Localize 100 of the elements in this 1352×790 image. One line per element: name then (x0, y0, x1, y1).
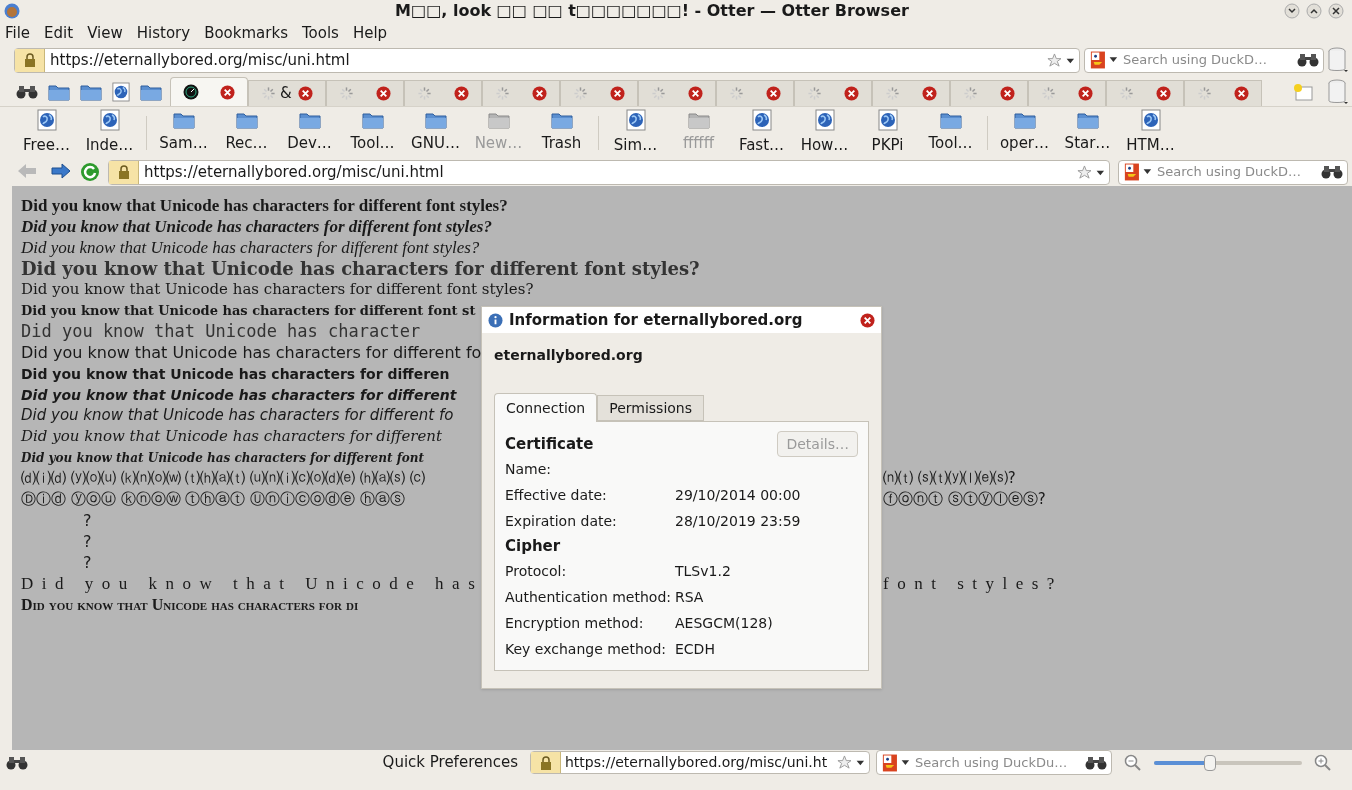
page-text: Ⓓⓘⓓ ⓨⓞⓤ ⓚⓝⓞⓦ ⓣⓗⓐⓣ Ⓤⓝⓘⓒⓞⓓⓔ ⓗⓐⓢ (21, 492, 405, 507)
page-text: Did you know that Unicode has (21, 575, 484, 592)
bookmark-item[interactable]: oper… (994, 110, 1055, 155)
menu-item[interactable]: View (87, 22, 123, 45)
close-tab-icon[interactable] (220, 84, 235, 100)
menu-item[interactable]: Edit (44, 22, 74, 45)
close-icon[interactable] (860, 312, 875, 328)
close-tab-icon[interactable] (766, 86, 781, 101)
close-tab-icon[interactable] (1078, 86, 1093, 101)
page-text: Did you know that Unicode has characters for different (21, 387, 457, 402)
field-value: 29/10/2014 00:00 (675, 485, 801, 505)
close-tab-icon[interactable] (610, 86, 625, 101)
maximize-icon[interactable] (1306, 3, 1322, 19)
loading-spinner-icon (495, 86, 510, 101)
globe-page-icon (814, 108, 835, 131)
bookmark-item[interactable]: Trash (531, 110, 592, 155)
folder-icon (235, 110, 258, 129)
url-text[interactable]: https://eternallybored.org/misc/uni.ht (561, 752, 837, 773)
close-tab-icon[interactable] (298, 86, 313, 101)
duck-dropdown-icon[interactable] (1123, 162, 1153, 182)
folder-icon (687, 110, 710, 129)
field-label: Key exchange method: (505, 639, 667, 659)
dialog-title: Information for eternallybored.org (509, 309, 804, 331)
close-tab-icon[interactable] (454, 86, 469, 101)
dialog-tab[interactable]: Connection (494, 393, 598, 422)
field-label: Protocol: (505, 561, 568, 581)
bookmark-item[interactable]: How… (794, 108, 855, 157)
bookmark-item[interactable]: Tool… (342, 110, 403, 155)
field-label: Expiration date: (505, 511, 618, 531)
bookmark-item[interactable]: Star… (1057, 110, 1118, 155)
browser-tab[interactable]: & (248, 80, 326, 106)
search-input[interactable]: Search using DuckD… (1123, 50, 1293, 70)
page-text: Did you know that Unicode has characters for different font styles? (21, 218, 492, 235)
menu-item[interactable]: Tools (301, 22, 339, 45)
dialog-tab[interactable]: Permissions (597, 395, 705, 421)
lock-icon[interactable] (15, 48, 45, 72)
binoculars-icon[interactable] (1321, 165, 1343, 179)
close-tab-icon[interactable] (922, 86, 937, 101)
binoculars-icon[interactable] (1297, 53, 1319, 67)
folder-icon (1013, 110, 1036, 129)
page-text: ⒟⒤⒟ ⒴⒪⒰ ⒦⒩⒪⒲ ⒯⒣⒜⒯ ⒰⒩⒤⒞⒪⒟⒠ ⒣⒜⒮ ⒞ (21, 471, 425, 486)
close-tab-icon[interactable] (1234, 86, 1249, 101)
menu-item[interactable]: History (136, 22, 191, 45)
folder-icon (1076, 110, 1099, 129)
close-tab-icon[interactable] (1156, 86, 1171, 101)
close-tab-icon[interactable] (532, 86, 547, 101)
star-dropdown-icon[interactable] (1047, 52, 1075, 68)
bookmark-item[interactable]: Free… (16, 108, 77, 157)
bookmark-item[interactable]: Sam… (153, 110, 214, 155)
menu-item[interactable]: Help (352, 22, 388, 45)
duck-dropdown-icon[interactable] (881, 752, 911, 773)
menu-item[interactable]: Bookmarks (204, 22, 288, 45)
binoculars-icon[interactable] (6, 755, 28, 770)
field-value: AESGCM(128) (675, 613, 773, 633)
search-box[interactable]: Search using DuckD… (1118, 159, 1348, 185)
bookmark-item[interactable]: PKPi (857, 108, 918, 157)
bookmark-item[interactable]: HTM… (1120, 108, 1181, 157)
loading-spinner-icon (1197, 86, 1212, 101)
menu-item[interactable]: File (5, 22, 31, 45)
bookmark-item[interactable]: Rec… (216, 110, 277, 155)
bookmark-item[interactable]: Fast… (731, 108, 792, 157)
address-field[interactable]: https://eternallybored.org/misc/uni.ht (530, 751, 870, 774)
zoom-out-icon[interactable] (1124, 753, 1142, 772)
bookmark-item[interactable]: Inde… (79, 108, 140, 157)
search-box[interactable]: Search using DuckDu… (876, 750, 1112, 775)
quick-preferences-label[interactable]: Quick Preferences (382, 751, 518, 774)
close-tab-icon[interactable] (1000, 86, 1015, 101)
loading-spinner-icon (651, 86, 666, 101)
minimize-icon[interactable] (1284, 3, 1300, 19)
folder-icon (487, 110, 510, 129)
lock-icon[interactable] (531, 752, 561, 773)
duck-dropdown-icon[interactable] (1089, 50, 1119, 70)
close-tab-icon[interactable] (844, 86, 859, 101)
star-dropdown-icon[interactable] (837, 755, 865, 770)
globe-page-icon (99, 108, 120, 131)
bookmark-item[interactable]: GNU… (405, 110, 466, 155)
page-text: ? (82, 554, 92, 571)
lock-icon[interactable] (109, 160, 139, 184)
section-heading: Cipher (505, 535, 561, 557)
loading-spinner-icon (261, 86, 276, 101)
search-input[interactable]: Search using DuckD… (1157, 162, 1317, 182)
reload-icon[interactable] (80, 162, 100, 182)
binoculars-icon[interactable] (16, 85, 38, 99)
bookmark-item[interactable]: Dev… (279, 110, 340, 155)
search-box[interactable]: Search using DuckD… (1084, 47, 1324, 73)
bookmark-item[interactable]: Sim… (605, 108, 666, 157)
star-dropdown-icon[interactable] (1077, 164, 1105, 180)
zoom-in-icon[interactable] (1314, 753, 1332, 772)
binoculars-icon[interactable] (1085, 755, 1107, 770)
search-input[interactable]: Search using DuckDu… (915, 752, 1081, 773)
close-tab-icon[interactable] (688, 86, 703, 101)
tab-title: & (280, 83, 292, 105)
page-text: ? (82, 512, 92, 529)
close-icon[interactable] (1328, 3, 1344, 19)
zoom-slider-thumb[interactable] (1204, 754, 1217, 771)
close-tab-icon[interactable] (376, 86, 391, 101)
page-text: Did you know that Unicode has characters for different fo (21, 344, 482, 361)
forward-arrow-icon[interactable] (48, 162, 72, 182)
browser-tab[interactable] (170, 77, 248, 106)
bookmark-item[interactable]: Tool… (920, 110, 981, 155)
